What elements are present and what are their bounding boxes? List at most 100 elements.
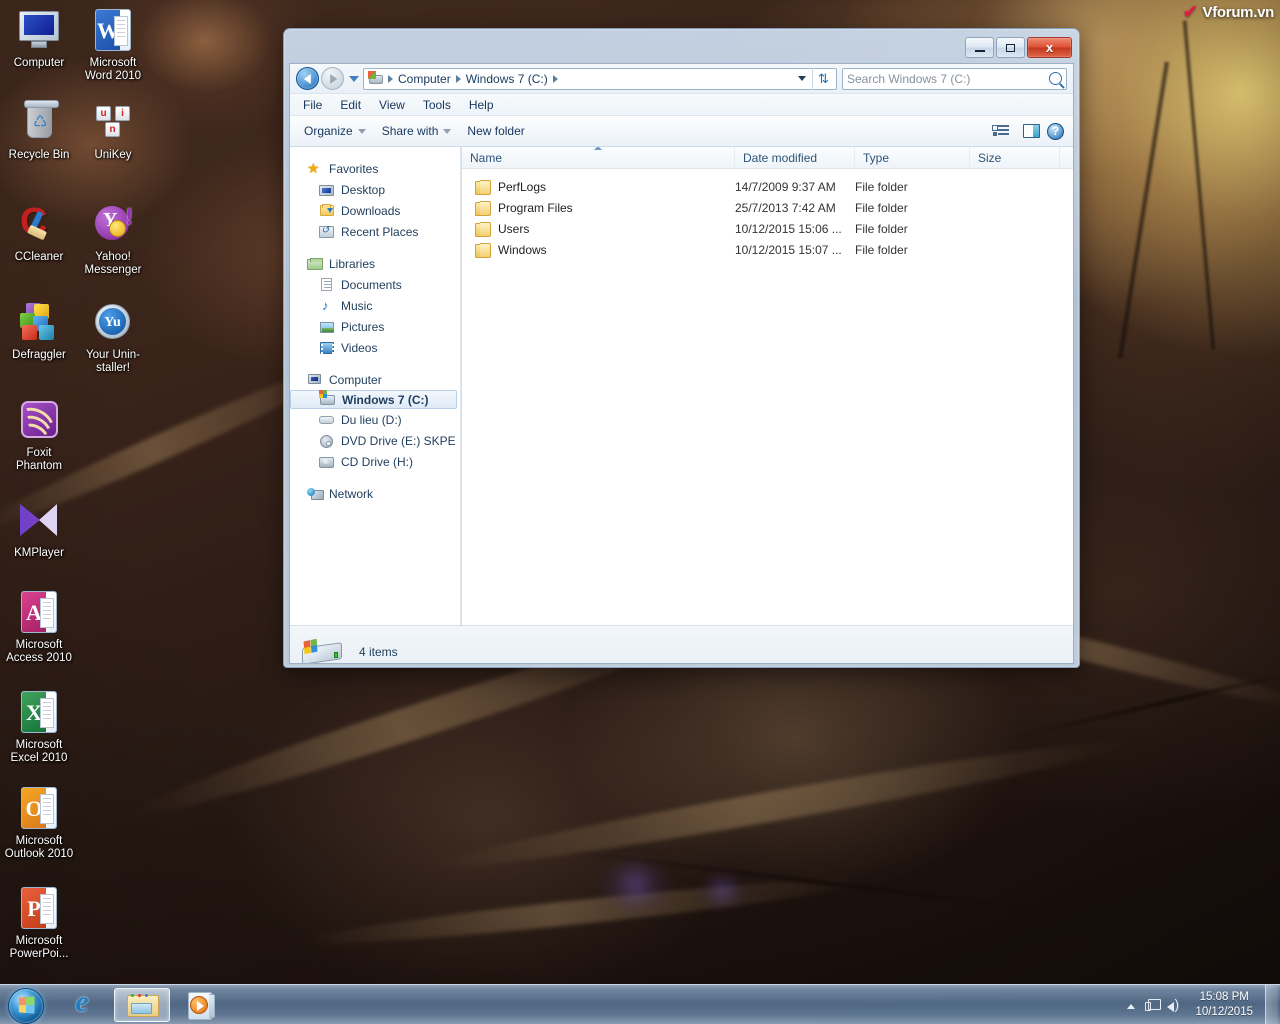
desktop-icon-computer[interactable]: Computer: [2, 6, 76, 70]
search-box[interactable]: [842, 67, 1067, 90]
volume-icon[interactable]: [1163, 994, 1185, 1016]
menu-view[interactable]: View: [370, 96, 414, 114]
desktop-icon-defraggler[interactable]: Defraggler: [2, 298, 76, 362]
table-row[interactable]: Windows 10/12/2015 15:07 ... File folder: [462, 239, 1073, 260]
desktop-icon-microsoft-excel-2010[interactable]: X Microsoft Excel 2010: [2, 688, 76, 765]
table-row[interactable]: Users 10/12/2015 15:06 ... File folder: [462, 218, 1073, 239]
column-header-size[interactable]: Size: [970, 147, 1060, 168]
desktop-icon-label: Microsoft Access 2010: [6, 639, 72, 664]
tree-item-videos[interactable]: Videos: [290, 337, 461, 358]
tree-item-network[interactable]: Network: [290, 483, 461, 504]
folder-icon: [475, 179, 491, 195]
desktop-icon-label: Defraggler: [12, 349, 66, 361]
file-date-cell: 10/12/2015 15:06 ...: [735, 221, 842, 236]
breadcrumb-item-computer[interactable]: Computer: [395, 72, 454, 86]
preview-pane-icon[interactable]: [1023, 124, 1040, 138]
table-row[interactable]: PerfLogs 14/7/2009 9:37 AM File folder: [462, 176, 1073, 197]
refresh-icon[interactable]: ⇅: [812, 67, 834, 90]
file-name-cell: Users: [462, 221, 735, 237]
breadcrumb-item-windows-7-c[interactable]: Windows 7 (C:): [463, 72, 551, 86]
sort-ascending-icon: [594, 147, 602, 150]
tree-item-cd-drive-h[interactable]: CD Drive (H:): [290, 451, 461, 472]
tree-label: Recent Places: [341, 224, 419, 239]
file-type-cell: File folder: [855, 242, 908, 257]
organize-button[interactable]: Organize: [296, 121, 374, 141]
status-item-count: 4 items: [359, 645, 398, 659]
taskbar-button-windows-media-player[interactable]: [174, 988, 230, 1022]
tree-item-recent-places[interactable]: Recent Places: [290, 221, 461, 242]
desktop-icon-microsoft-powerpoint-2010[interactable]: P Microsoft PowerPoi...: [2, 884, 76, 961]
desktop-icon-your-uninstaller[interactable]: Your Unin-staller!: [76, 298, 150, 375]
tree-item-music[interactable]: ♪ Music: [290, 295, 461, 316]
desktop-icon-microsoft-outlook-2010[interactable]: O Microsoft Outlook 2010: [2, 784, 76, 861]
search-input[interactable]: [847, 71, 1049, 86]
tree-item-desktop[interactable]: Desktop: [290, 179, 461, 200]
taskbar-button-windows-explorer[interactable]: [114, 987, 170, 1022]
new-folder-button[interactable]: New folder: [459, 121, 532, 141]
close-icon: x: [1045, 39, 1054, 55]
maximize-button[interactable]: [996, 37, 1025, 58]
window-titlebar[interactable]: x: [289, 29, 1074, 63]
desktop-icon-recycle-bin[interactable]: Recycle Bin: [2, 98, 76, 162]
file-name-label: Users: [498, 221, 530, 236]
tree-item-windows-7-c[interactable]: Windows 7 (C:): [290, 390, 457, 409]
desktop-icon-label: Microsoft Excel 2010: [10, 739, 68, 764]
tree-item-downloads[interactable]: Downloads: [290, 200, 461, 221]
menu-help[interactable]: Help: [460, 96, 503, 114]
desktop-icon-label: Microsoft Word 2010: [84, 57, 142, 82]
desktop-icon-microsoft-access-2010[interactable]: A Microsoft Access 2010: [2, 588, 76, 665]
desktop-icon-microsoft-word-2010[interactable]: W Microsoft Word 2010: [76, 6, 150, 83]
column-header-name[interactable]: Name: [462, 147, 735, 168]
search-icon[interactable]: [1049, 72, 1062, 85]
help-icon[interactable]: ?: [1047, 122, 1064, 140]
tree-item-du-lieu-d[interactable]: Du lieu (D:): [290, 409, 461, 430]
tree-item-libraries[interactable]: Libraries: [290, 253, 461, 274]
tree-group-favorites: ★ Favorites Desktop Downloads Recent Pla…: [290, 158, 461, 242]
tree-item-computer[interactable]: Computer: [290, 369, 461, 390]
menu-tools[interactable]: Tools: [414, 96, 460, 114]
desktop-icon-foxit-phantom[interactable]: Foxit Phantom: [2, 396, 76, 473]
desktop-icon-ccleaner[interactable]: CCleaner: [2, 200, 76, 264]
dvd-drive-icon: [319, 433, 335, 449]
address-bar[interactable]: Computer Windows 7 (C:) ⇅: [363, 67, 837, 90]
menu-edit[interactable]: Edit: [331, 96, 370, 114]
share-with-label: Share with: [381, 124, 439, 138]
minimize-button[interactable]: [965, 37, 994, 58]
taskbar: 15:08 PM 10/12/2015: [0, 984, 1280, 1024]
chevron-up-icon[interactable]: [1121, 998, 1141, 1012]
show-desktop-button[interactable]: [1265, 984, 1278, 1024]
tree-item-documents[interactable]: Documents: [290, 274, 461, 295]
close-button[interactable]: x: [1027, 37, 1072, 58]
share-with-button[interactable]: Share with: [374, 121, 460, 141]
taskbar-button-internet-explorer[interactable]: [54, 985, 110, 1022]
file-date-cell: 10/12/2015 15:07 ...: [735, 242, 842, 257]
desktop-icon-label: Recycle Bin: [8, 149, 70, 161]
network-icon[interactable]: [1141, 994, 1163, 1016]
clock-time: 15:08 PM: [1199, 990, 1249, 1003]
command-toolbar: Organize Share with New folder ?: [290, 116, 1073, 147]
windows-start-orb-icon[interactable]: [2, 986, 50, 1024]
menu-file[interactable]: File: [294, 96, 331, 114]
recycle-bin-icon: [15, 98, 63, 146]
chevron-down-icon[interactable]: [349, 75, 359, 82]
forward-arrow-icon[interactable]: [321, 67, 344, 90]
tree-label: Documents: [341, 277, 402, 292]
desktop-icon-unikey[interactable]: u i n UniKey: [76, 98, 150, 162]
clock[interactable]: 15:08 PM 10/12/2015: [1185, 990, 1263, 1020]
tree-group-computer: Computer Windows 7 (C:) Du lieu (D:) DVD…: [290, 369, 461, 472]
desktop-icon-kmplayer[interactable]: KMPlayer: [2, 496, 76, 560]
back-arrow-icon[interactable]: [296, 67, 319, 90]
address-toolbar: Computer Windows 7 (C:) ⇅: [290, 64, 1073, 94]
breadcrumb-separator-icon: [455, 74, 461, 83]
column-header-date-modified[interactable]: Date modified: [735, 147, 855, 168]
tree-item-pictures[interactable]: Pictures: [290, 316, 461, 337]
your-uninstaller-icon: [89, 298, 137, 346]
table-row[interactable]: Program Files 25/7/2013 7:42 AM File fol…: [462, 197, 1073, 218]
change-view-icon[interactable]: [992, 124, 1009, 139]
column-header-type[interactable]: Type: [855, 147, 970, 168]
tree-item-favorites[interactable]: ★ Favorites: [290, 158, 461, 179]
chevron-down-icon[interactable]: [798, 76, 806, 81]
tree-item-dvd-drive-e[interactable]: DVD Drive (E:) SKPE: [290, 430, 461, 451]
desktop-icon-yahoo-messenger[interactable]: Yahoo! Messenger: [76, 200, 150, 277]
desktop-icon-label: Computer: [13, 57, 65, 69]
